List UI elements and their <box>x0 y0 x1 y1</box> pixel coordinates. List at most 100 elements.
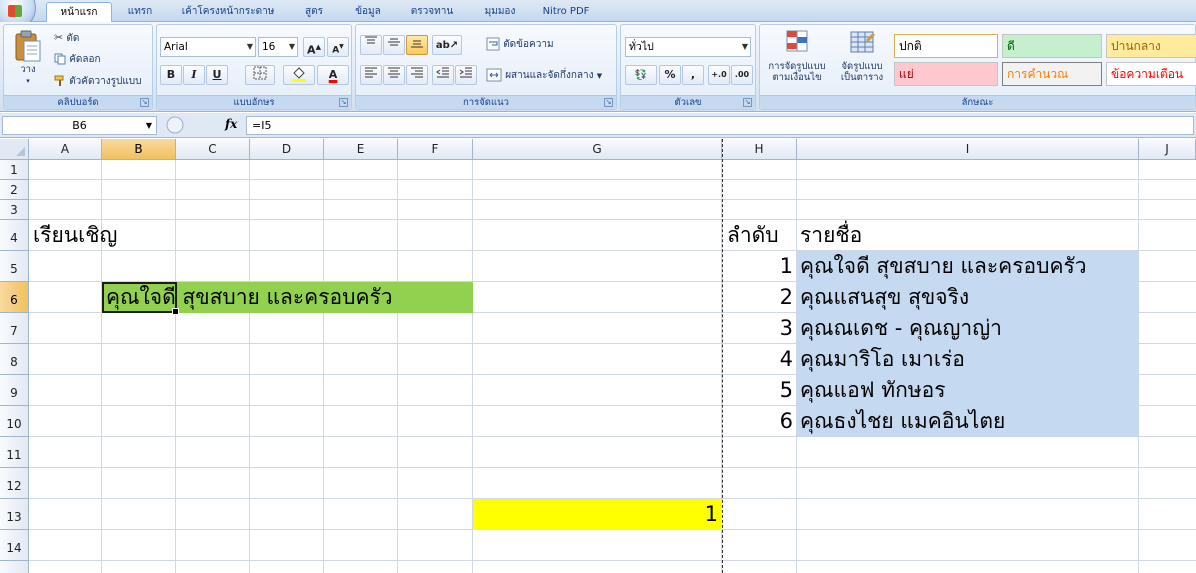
row-header-2[interactable]: 2 <box>0 180 29 200</box>
style-warning-text[interactable]: ข้อความเตือน <box>1106 62 1196 86</box>
paste-button[interactable]: วาง ▾ <box>10 29 46 89</box>
percent-button[interactable]: % <box>659 65 681 85</box>
tab-page-layout[interactable]: เค้าโครงหน้ากระดาษ <box>178 2 278 22</box>
increase-indent-button[interactable] <box>455 65 477 85</box>
insert-function-button[interactable]: fx <box>225 117 237 131</box>
decrease-indent-button[interactable] <box>432 65 454 85</box>
column-header-D[interactable]: D <box>250 139 324 160</box>
style-good[interactable]: ดี <box>1002 34 1102 58</box>
column-header-E[interactable]: E <box>324 139 398 160</box>
tab-formulas[interactable]: สูตร <box>296 2 332 22</box>
row-header-14[interactable]: 14 <box>0 530 29 561</box>
align-left-button[interactable] <box>360 65 382 85</box>
number-format-combo[interactable]: ทั่วไป ▼ <box>625 37 751 57</box>
cell-H5[interactable]: 1 <box>724 251 793 282</box>
borders-button[interactable] <box>245 65 275 85</box>
style-calculation[interactable]: การคำนวณ <box>1002 62 1102 86</box>
number-group-label: ตัวเลข <box>621 95 755 109</box>
format-as-table-button[interactable]: จัดรูปแบบ เป็นตาราง <box>832 29 892 83</box>
row-header-13[interactable]: 13 <box>0 499 29 530</box>
align-middle-button[interactable] <box>383 35 405 55</box>
style-normal[interactable]: ปกติ <box>894 34 998 58</box>
increase-decimal-button[interactable]: +.0 <box>708 65 730 85</box>
font-size-combo[interactable]: 16 ▼ <box>258 37 298 57</box>
formula-input[interactable]: =I5 <box>246 116 1194 135</box>
merge-center-button[interactable]: ผสานและจัดกึ่งกลาง ▼ <box>486 68 602 83</box>
tab-view[interactable]: มุมมอง <box>476 2 524 22</box>
font-color-button[interactable]: A <box>317 65 349 85</box>
tab-data[interactable]: ข้อมูล <box>346 2 390 22</box>
cell-H6[interactable]: 2 <box>724 282 793 313</box>
row-header-3[interactable]: 3 <box>0 200 29 220</box>
cell-A4[interactable]: เรียนเชิญ <box>33 220 117 251</box>
column-header-J[interactable]: J <box>1139 139 1196 160</box>
decrease-decimal-button[interactable]: .00 <box>731 65 753 85</box>
dialog-launcher-icon[interactable]: ↘ <box>743 98 752 107</box>
fill-color-button[interactable] <box>283 65 315 85</box>
styles-group-label: ลักษณะ <box>760 95 1195 109</box>
orientation-button[interactable]: ab↗ <box>432 35 462 55</box>
row-header-12[interactable]: 12 <box>0 468 29 499</box>
dialog-launcher-icon[interactable]: ↘ <box>140 98 149 107</box>
style-neutral[interactable]: ปานกลาง <box>1106 34 1196 58</box>
align-center-button[interactable] <box>383 65 405 85</box>
copy-button[interactable]: คัดลอก <box>54 53 101 67</box>
style-bad[interactable]: แย่ <box>894 62 998 86</box>
cell-G13[interactable]: 1 <box>475 499 718 530</box>
name-box-value: B6 <box>72 119 87 132</box>
align-right-button[interactable] <box>406 65 428 85</box>
cell-H7[interactable]: 3 <box>724 313 793 344</box>
cell-I7[interactable]: คุณณเดช - คุณญาญ่า <box>800 313 1002 344</box>
cell-I8[interactable]: คุณมาริโอ เมาเร่อ <box>800 344 965 375</box>
column-header-I[interactable]: I <box>797 139 1139 160</box>
row-header-7[interactable]: 7 <box>0 313 29 344</box>
align-bottom-button[interactable] <box>406 35 428 55</box>
column-header-H[interactable]: H <box>722 139 797 160</box>
tab-review[interactable]: ตรวจทาน <box>404 2 460 22</box>
row-header-11[interactable]: 11 <box>0 437 29 468</box>
cell-H9[interactable]: 5 <box>724 375 793 406</box>
column-header-C[interactable]: C <box>176 139 250 160</box>
cell-H10[interactable]: 6 <box>724 406 793 437</box>
dialog-launcher-icon[interactable]: ↘ <box>339 98 348 107</box>
comma-button[interactable]: , <box>682 65 704 85</box>
underline-button[interactable]: U <box>206 65 228 85</box>
column-header-F[interactable]: F <box>398 139 473 160</box>
currency-button[interactable]: 💱 <box>625 65 657 85</box>
cell-H8[interactable]: 4 <box>724 344 793 375</box>
font-name-combo[interactable]: Arial ▼ <box>160 37 256 57</box>
cut-label: ตัด <box>66 33 80 44</box>
row-header-4[interactable]: 4 <box>0 220 29 251</box>
cell-I5[interactable]: คุณใจดี สุขสบาย และครอบครัว <box>800 251 1087 282</box>
grow-font-button[interactable]: A▲ <box>303 37 325 57</box>
tab-insert[interactable]: แทรก <box>118 2 162 22</box>
row-header-1[interactable]: 1 <box>0 160 29 180</box>
dialog-launcher-icon[interactable]: ↘ <box>604 98 613 107</box>
column-header-B[interactable]: B <box>102 139 176 160</box>
select-all-corner[interactable] <box>0 139 29 160</box>
cell-I4[interactable]: รายชื่อ <box>800 220 862 251</box>
format-painter-button[interactable]: ตัวคัดวางรูปแบบ <box>54 75 141 89</box>
cell-H4[interactable]: ลำดับ <box>727 220 779 251</box>
row-header-9[interactable]: 9 <box>0 375 29 406</box>
cell-I9[interactable]: คุณแอฟ ทักษอร <box>800 375 946 406</box>
wrap-text-button[interactable]: ตัดข้อความ <box>486 37 554 52</box>
bold-button[interactable]: B <box>160 65 182 85</box>
shrink-font-button[interactable]: A▼ <box>327 37 349 57</box>
name-box[interactable]: B6 ▼ <box>2 116 157 135</box>
column-header-A[interactable]: A <box>29 139 102 160</box>
tab-nitro-pdf[interactable]: Nitro PDF <box>536 2 596 22</box>
conditional-formatting-button[interactable]: การจัดรูปแบบ ตามเงื่อนไข <box>764 29 830 83</box>
align-top-button[interactable] <box>360 35 382 55</box>
cut-button[interactable]: ✂ ตัด <box>54 31 79 46</box>
italic-button[interactable]: I <box>183 65 205 85</box>
cell-I10[interactable]: คุณธงไชย แมคอินไตย <box>800 406 1005 437</box>
row-header-10[interactable]: 10 <box>0 406 29 437</box>
cell-I6[interactable]: คุณแสนสุข สุขจริง <box>800 282 969 313</box>
row-header-6[interactable]: 6 <box>0 282 29 313</box>
row-header-5[interactable]: 5 <box>0 251 29 282</box>
row-header-15[interactable]: 15 <box>0 561 29 573</box>
column-header-G[interactable]: G <box>473 139 722 160</box>
row-header-8[interactable]: 8 <box>0 344 29 375</box>
tab-home[interactable]: หน้าแรก <box>46 2 112 23</box>
